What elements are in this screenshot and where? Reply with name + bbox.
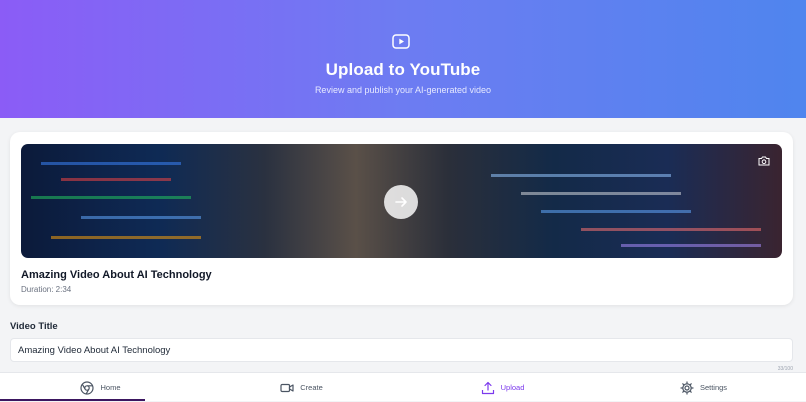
thumbnail-decoration [521, 192, 681, 195]
page-header: Upload to YouTube Review and publish you… [0, 0, 806, 118]
nav-label-home: Home [100, 383, 121, 392]
video-camera-icon [280, 383, 294, 392]
video-preview-card: Amazing Video About AI Technology Durati… [10, 132, 793, 305]
thumbnail-decoration [81, 216, 201, 219]
video-title-input[interactable] [10, 338, 793, 362]
play-button[interactable] [384, 185, 418, 219]
bottom-navigation: Home Create Upload Settings [0, 372, 806, 401]
video-thumbnail[interactable] [21, 144, 782, 258]
thumbnail-decoration [41, 162, 181, 165]
thumbnail-decoration [581, 228, 761, 231]
nav-item-home[interactable]: Home [0, 373, 201, 402]
nav-label-create: Create [300, 383, 323, 392]
thumbnail-decoration [61, 178, 171, 181]
thumbnail-decoration [541, 210, 691, 213]
video-title-label: Video Title [10, 321, 58, 332]
gear-icon [680, 380, 694, 395]
nav-item-settings[interactable]: Settings [603, 373, 804, 402]
play-arrow-icon [395, 197, 407, 207]
video-duration: Duration: 2:34 [21, 285, 72, 294]
chrome-icon [80, 380, 95, 395]
nav-item-upload[interactable]: Upload [402, 373, 603, 402]
nav-label-settings: Settings [699, 383, 728, 392]
camera-icon[interactable] [758, 156, 770, 166]
page-title: Upload to YouTube [325, 60, 481, 79]
thumbnail-decoration [51, 236, 201, 239]
thumbnail-decoration [621, 244, 761, 247]
nav-item-create[interactable]: Create [201, 373, 402, 402]
upload-icon [481, 381, 494, 394]
video-title: Amazing Video About AI Technology [21, 269, 212, 281]
thumbnail-decoration [31, 196, 191, 199]
youtube-play-icon [392, 34, 410, 49]
nav-label-upload: Upload [500, 383, 525, 392]
page-subtitle: Review and publish your AI-generated vid… [314, 85, 492, 95]
thumbnail-decoration [491, 174, 671, 177]
